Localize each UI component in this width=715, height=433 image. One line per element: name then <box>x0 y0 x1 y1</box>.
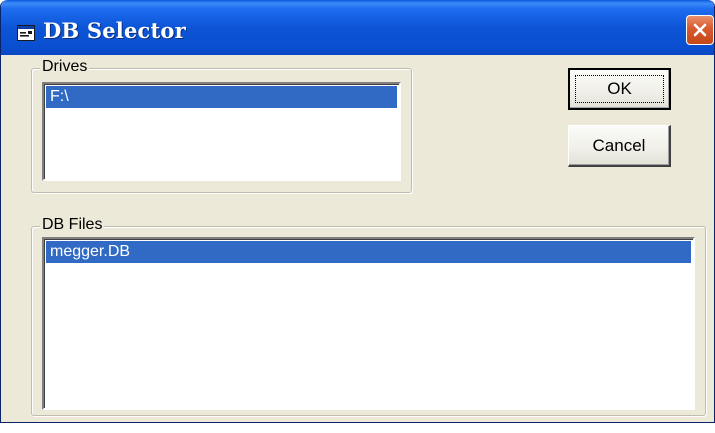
dialog-icon <box>17 25 35 41</box>
db-selector-window: DB Selector Drives F:\ DB Files megger.D… <box>0 0 715 423</box>
drives-list[interactable]: F:\ <box>42 82 401 181</box>
close-button[interactable] <box>686 15 714 45</box>
ok-button[interactable]: OK <box>568 68 671 110</box>
db-files-list[interactable]: megger.DB <box>42 237 695 410</box>
close-x-icon <box>693 23 707 37</box>
cancel-button-label: Cancel <box>592 136 646 155</box>
drives-group-label: Drives <box>40 57 90 77</box>
db-files-group: DB Files megger.DB <box>31 215 706 416</box>
db-files-group-label: DB Files <box>40 215 105 235</box>
cancel-button[interactable]: Cancel <box>568 125 671 167</box>
db-file-item[interactable]: megger.DB <box>46 241 691 263</box>
ok-button-label: OK <box>607 79 632 98</box>
drives-group: Drives F:\ <box>31 57 412 193</box>
title-bar[interactable]: DB Selector <box>1 0 714 55</box>
window-title: DB Selector <box>43 18 186 43</box>
drive-item[interactable]: F:\ <box>46 86 397 108</box>
